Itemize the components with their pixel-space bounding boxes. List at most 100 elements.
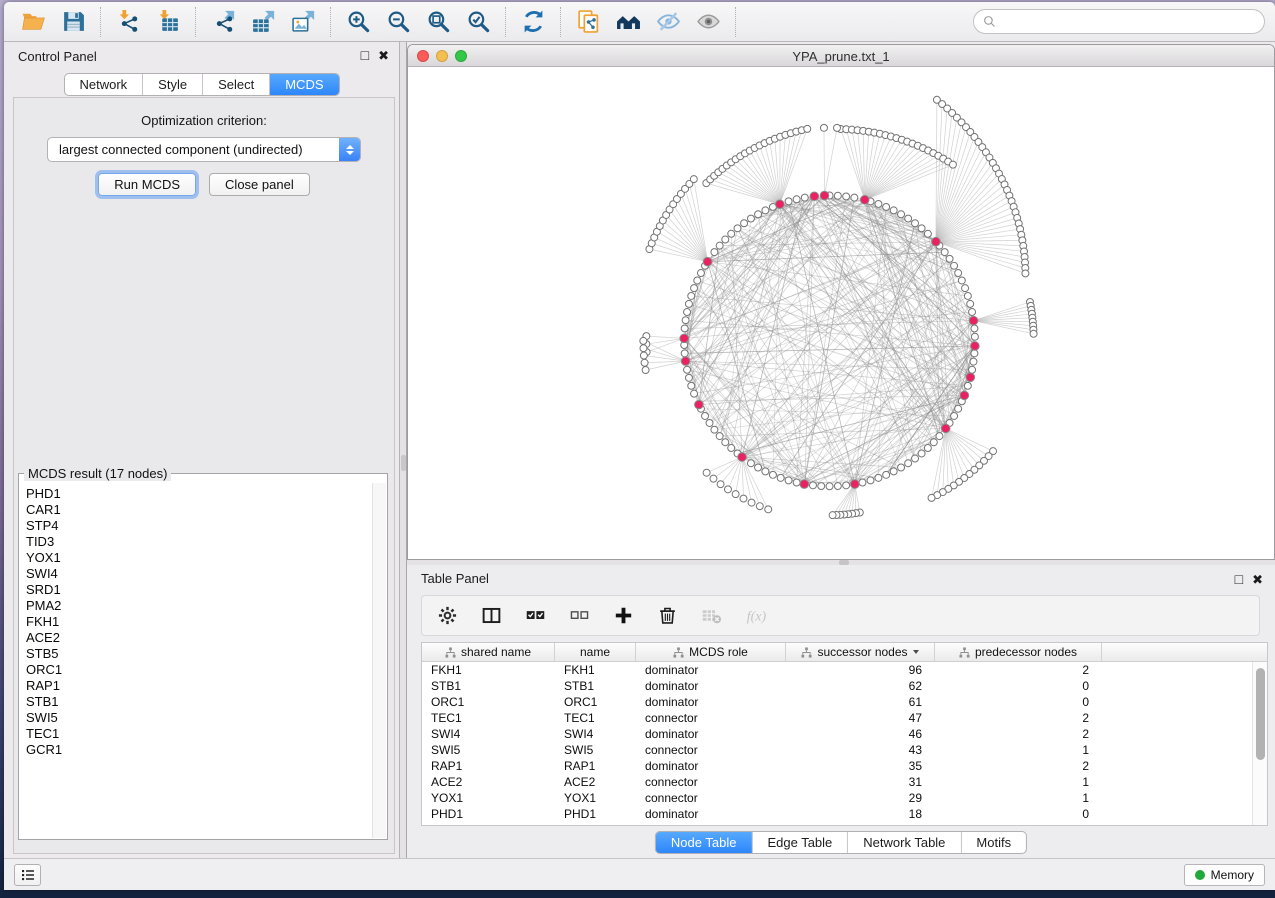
graph-node[interactable]: [740, 495, 747, 502]
deselect-all-button[interactable]: [569, 605, 590, 626]
table-row[interactable]: ACE2ACE2connector311: [422, 774, 1252, 790]
graph-node[interactable]: [762, 207, 769, 214]
graph-node[interactable]: [949, 161, 956, 168]
graph-node[interactable]: [640, 352, 647, 359]
mcds-result-item[interactable]: SWI5: [26, 710, 371, 726]
tab-motifs[interactable]: Motifs: [960, 832, 1026, 853]
mcds-hub-node[interactable]: [969, 316, 978, 325]
graph-node[interactable]: [724, 486, 731, 493]
graph-node[interactable]: [851, 194, 858, 201]
mcds-hub-node[interactable]: [851, 480, 860, 489]
graph-node[interactable]: [697, 270, 704, 277]
graph-node[interactable]: [970, 358, 977, 365]
graph-node[interactable]: [928, 494, 935, 501]
graph-node[interactable]: [969, 366, 976, 373]
graph-node[interactable]: [834, 483, 841, 490]
zoom-fit-button[interactable]: [418, 6, 458, 38]
column-header-MCDS-role[interactable]: MCDS role: [636, 643, 786, 661]
splitter-handle[interactable]: [401, 455, 406, 471]
graph-node[interactable]: [951, 412, 958, 419]
mcds-result-item[interactable]: STB5: [26, 646, 371, 662]
graph-node[interactable]: [867, 477, 874, 484]
graph-node[interactable]: [682, 317, 689, 324]
mcds-hub-node[interactable]: [966, 373, 975, 382]
graph-node[interactable]: [755, 464, 762, 471]
graph-node[interactable]: [843, 193, 850, 200]
graph-node[interactable]: [898, 464, 905, 471]
graph-node[interactable]: [809, 482, 816, 489]
graph-node[interactable]: [728, 445, 735, 452]
graph-node[interactable]: [924, 445, 931, 452]
graph-node[interactable]: [728, 230, 735, 237]
graph-node[interactable]: [642, 367, 649, 374]
graph-node[interactable]: [741, 220, 748, 227]
mcds-hub-node[interactable]: [941, 424, 950, 433]
mcds-hub-node[interactable]: [695, 400, 704, 409]
graph-node[interactable]: [732, 491, 739, 498]
mcds-hub-node[interactable]: [680, 334, 689, 343]
mcds-result-item[interactable]: TID3: [26, 534, 371, 550]
import-network-button[interactable]: [108, 6, 148, 38]
graph-node[interactable]: [755, 211, 762, 218]
result-scrollbar[interactable]: [372, 483, 386, 838]
mcds-hub-node[interactable]: [776, 200, 785, 209]
mcds-hub-node[interactable]: [860, 196, 869, 205]
network-view[interactable]: [408, 67, 1274, 559]
search-input[interactable]: [1001, 14, 1255, 29]
graph-node[interactable]: [804, 125, 811, 132]
mcds-result-item[interactable]: PHD1: [26, 486, 371, 502]
graph-node[interactable]: [691, 285, 698, 292]
graph-node[interactable]: [703, 469, 710, 476]
graph-node[interactable]: [820, 124, 827, 131]
graph-node[interactable]: [769, 471, 776, 478]
graph-node[interactable]: [875, 200, 882, 207]
scrollbar-thumb[interactable]: [1256, 668, 1265, 760]
graph-node[interactable]: [722, 439, 729, 446]
select-all-button[interactable]: [525, 605, 546, 626]
table-row[interactable]: RAP1RAP1dominator352: [422, 758, 1252, 774]
graph-node[interactable]: [936, 433, 943, 440]
mcds-hub-node[interactable]: [932, 237, 941, 246]
graph-node[interactable]: [955, 405, 962, 412]
graph-node[interactable]: [762, 468, 769, 475]
graph-node[interactable]: [833, 124, 840, 131]
graph-node[interactable]: [694, 277, 701, 284]
show-all-button[interactable]: [688, 6, 728, 38]
mcds-hub-node[interactable]: [820, 191, 829, 200]
graph-node[interactable]: [793, 196, 800, 203]
graph-node[interactable]: [711, 249, 718, 256]
graph-node[interactable]: [717, 481, 724, 488]
table-row[interactable]: PHD1PHD1dominator180: [422, 806, 1252, 822]
save-session-button[interactable]: [53, 6, 93, 38]
tab-network[interactable]: Network: [64, 74, 142, 95]
tab-style[interactable]: Style: [142, 74, 202, 95]
mcds-hub-node[interactable]: [738, 453, 747, 462]
graph-node[interactable]: [971, 350, 978, 357]
graph-node[interactable]: [918, 450, 925, 457]
tab-node-table[interactable]: Node Table: [656, 832, 752, 853]
table-row[interactable]: SWI5SWI5connector431: [422, 742, 1252, 758]
close-panel-button[interactable]: Close panel: [209, 173, 310, 196]
graph-node[interactable]: [691, 390, 698, 397]
vertical-splitter[interactable]: [400, 42, 407, 858]
graph-node[interactable]: [967, 300, 974, 307]
graph-node[interactable]: [685, 300, 692, 307]
graph-node[interactable]: [1022, 270, 1029, 277]
graph-node[interactable]: [734, 225, 741, 232]
graph-node[interactable]: [964, 292, 971, 299]
network-file-button[interactable]: [568, 6, 608, 38]
zoom-selected-button[interactable]: [458, 6, 498, 38]
graph-node[interactable]: [924, 230, 931, 237]
graph-node[interactable]: [702, 412, 709, 419]
tab-select[interactable]: Select: [202, 74, 269, 95]
zoom-out-button[interactable]: [378, 6, 418, 38]
table-row[interactable]: TEC1TEC1connector472: [422, 710, 1252, 726]
graph-node[interactable]: [955, 270, 962, 277]
graph-node[interactable]: [883, 203, 890, 210]
graph-node[interactable]: [641, 359, 648, 366]
graph-node[interactable]: [905, 215, 912, 222]
tab-mcds[interactable]: MCDS: [269, 74, 338, 95]
mcds-hub-node[interactable]: [800, 480, 809, 489]
table-row[interactable]: SWI4SWI4dominator462: [422, 726, 1252, 742]
graph-node[interactable]: [898, 211, 905, 218]
